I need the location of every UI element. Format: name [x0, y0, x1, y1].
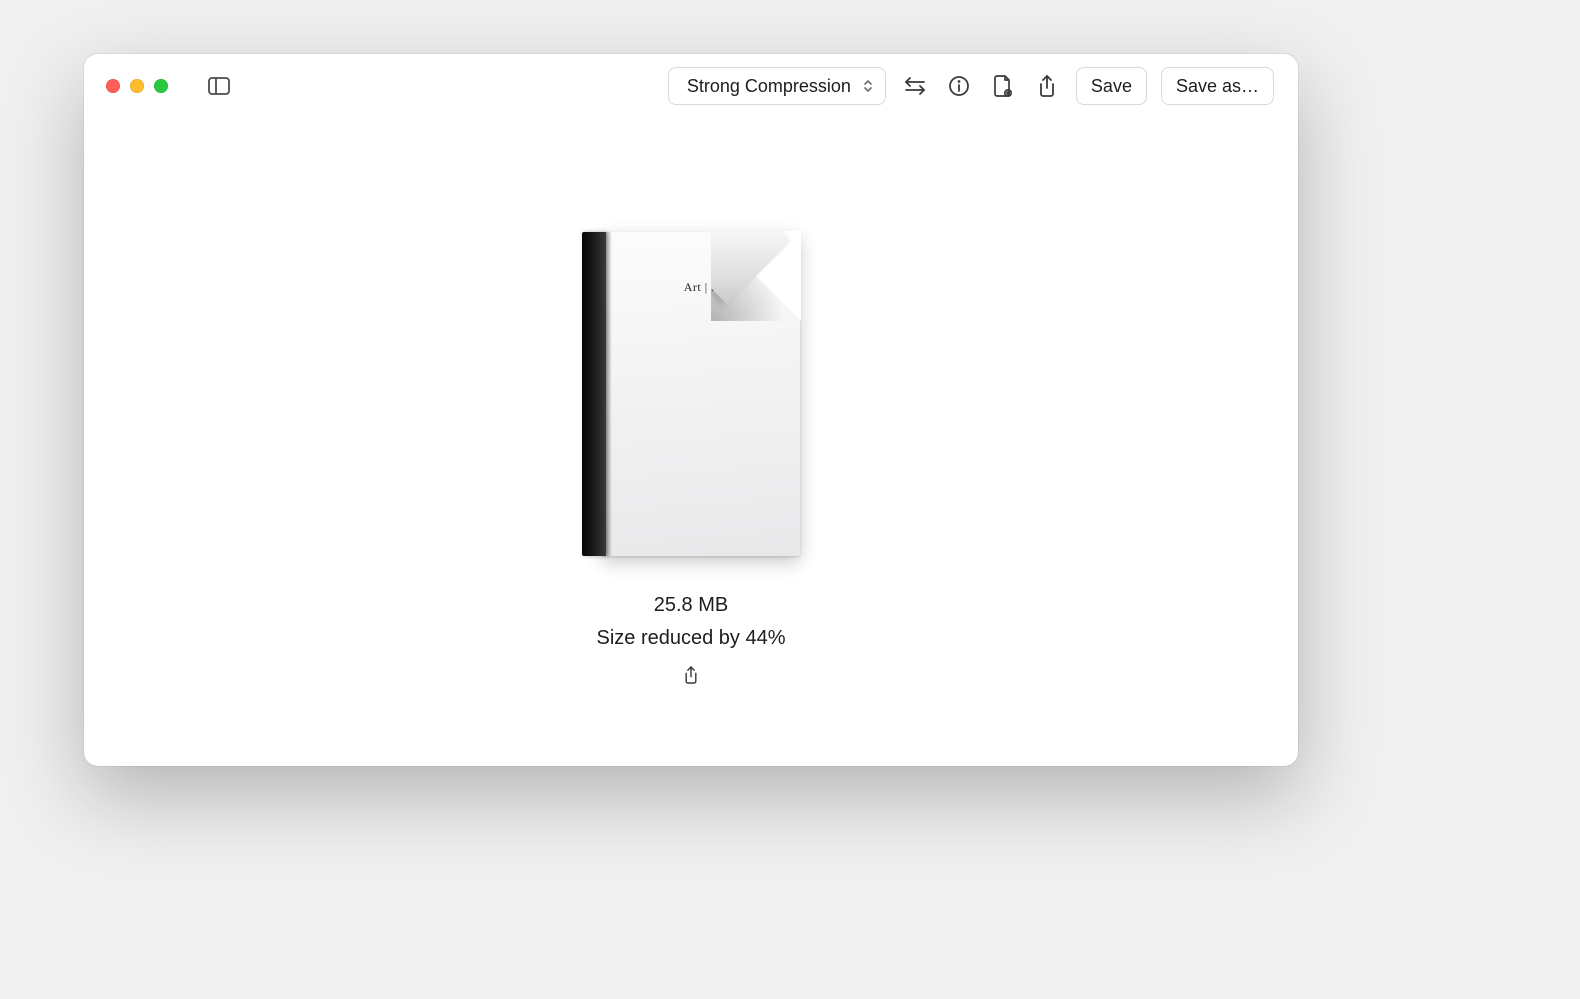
swap-arrows-icon	[903, 76, 927, 96]
compare-button[interactable]	[900, 71, 930, 101]
compression-level-label: Strong Compression	[687, 76, 851, 97]
document-gear-icon	[992, 74, 1014, 98]
file-size-label: 25.8 MB	[654, 594, 728, 617]
zoom-window-button[interactable]	[154, 79, 168, 93]
compression-level-select[interactable]: Strong Compression	[668, 67, 886, 105]
document-settings-button[interactable]	[988, 71, 1018, 101]
title-bar: Strong Compression	[84, 54, 1298, 118]
toggle-sidebar-button[interactable]	[206, 73, 232, 99]
window-controls	[106, 79, 168, 93]
info-button[interactable]	[944, 71, 974, 101]
document-thumbnail[interactable]: Art | S	[582, 232, 800, 556]
page-curl	[711, 231, 801, 321]
document-result: Art | S 25.8 MB Size reduced by 44%	[582, 232, 800, 690]
size-reduced-label: Size reduced by 44%	[596, 627, 785, 650]
minimize-window-button[interactable]	[130, 79, 144, 93]
share-icon	[1037, 74, 1057, 98]
save-button[interactable]: Save	[1076, 67, 1147, 105]
save-as-button-label: Save as…	[1176, 76, 1259, 97]
share-button[interactable]	[1032, 71, 1062, 101]
share-result-button[interactable]	[676, 660, 706, 690]
info-icon	[948, 75, 970, 97]
content-area: Art | S 25.8 MB Size reduced by 44%	[84, 118, 1298, 766]
chevron-up-down-icon	[863, 79, 873, 93]
close-window-button[interactable]	[106, 79, 120, 93]
sidebar-icon	[208, 77, 230, 95]
save-button-label: Save	[1091, 76, 1132, 97]
save-as-button[interactable]: Save as…	[1161, 67, 1274, 105]
share-icon	[683, 665, 699, 685]
app-window: Strong Compression	[84, 54, 1298, 766]
toolbar: Strong Compression	[668, 67, 1282, 105]
